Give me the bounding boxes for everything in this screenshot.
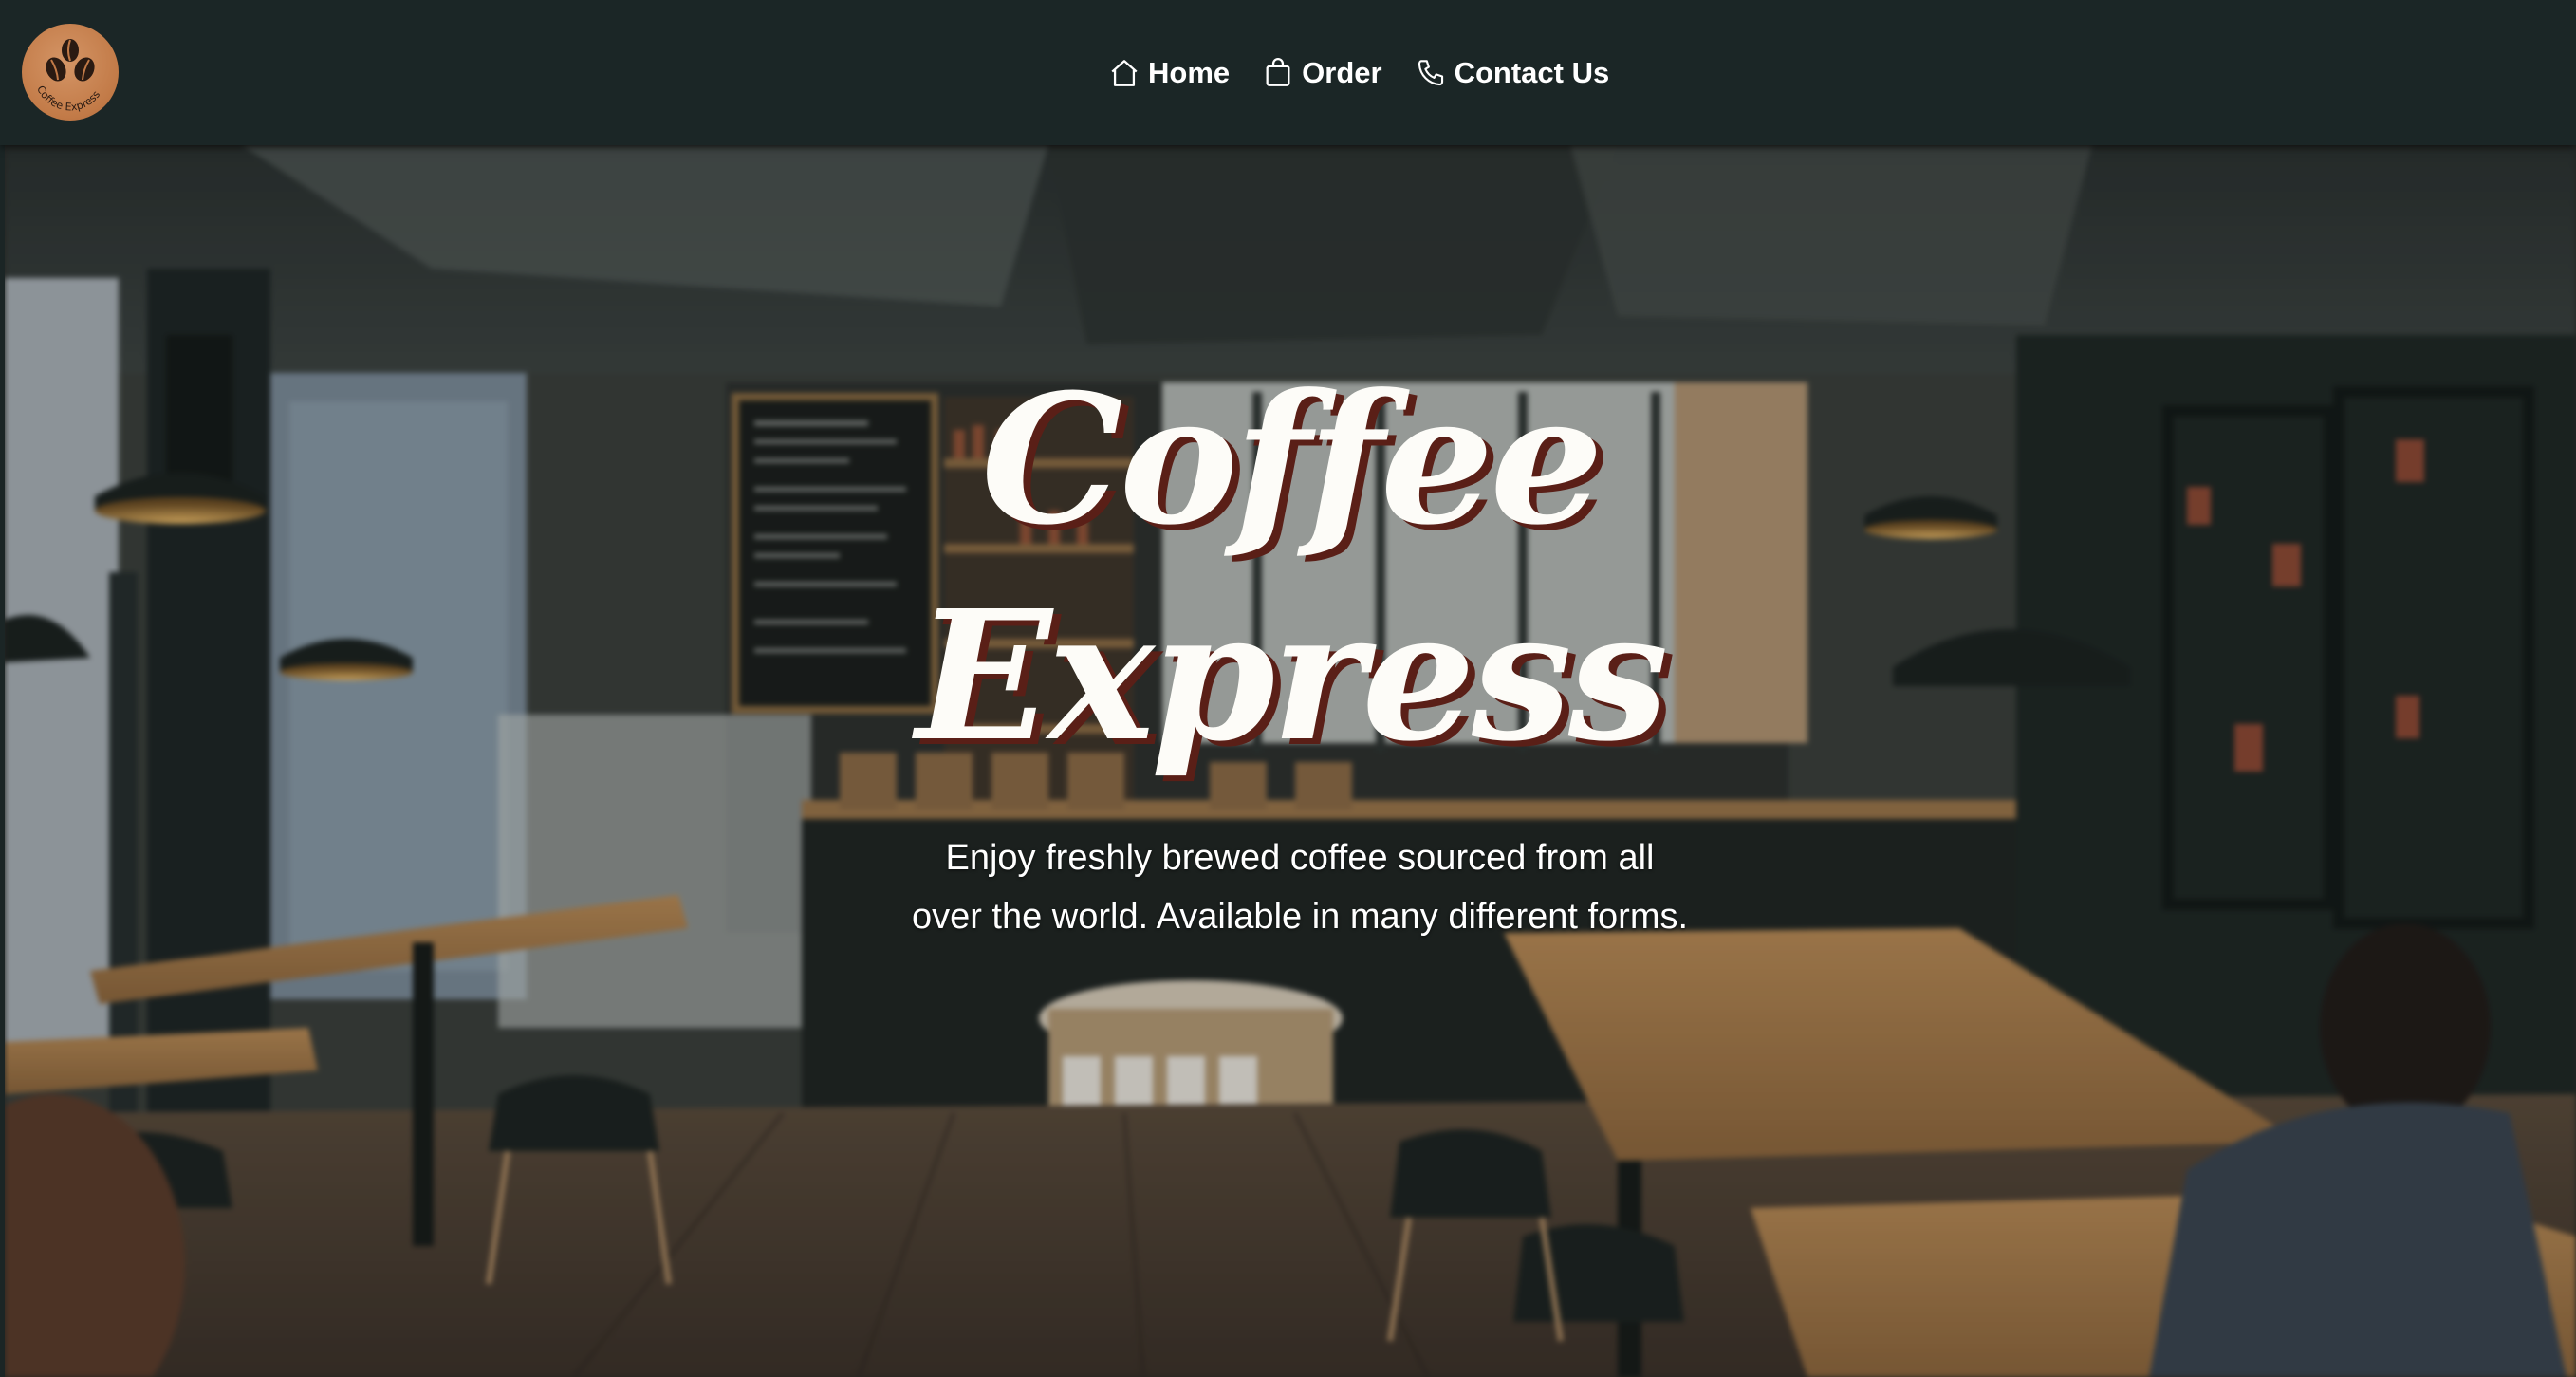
logo-text: Coffee Express [34,84,102,113]
phone-icon [1418,60,1443,86]
hero-title-line1: Coffee [981,355,1603,565]
nav-home[interactable]: Home [1108,56,1230,90]
nav-links: Home Order Contact Us [1108,49,1609,97]
nav-contact[interactable]: Contact Us [1415,56,1610,90]
nav-order-label: Order [1302,56,1382,89]
shopping-bag-icon [1266,58,1290,86]
hero-section: Coffee Express Enjoy freshly brewed coff… [5,145,2576,1377]
hero-subtitle: Enjoy freshly brewed coffee sourced from… [911,838,1689,937]
hero-title-line2: Express [916,571,1668,781]
coffee-beans-icon: Coffee Express [34,39,102,113]
nav-contact-label: Contact Us [1454,56,1610,89]
nav-order[interactable]: Order [1262,56,1382,90]
nav-home-label: Home [1148,56,1231,89]
navbar: Coffee Express Home Order Contact Us [0,0,2576,145]
home-icon [1111,60,1138,86]
logo[interactable]: Coffee Express [22,24,119,121]
